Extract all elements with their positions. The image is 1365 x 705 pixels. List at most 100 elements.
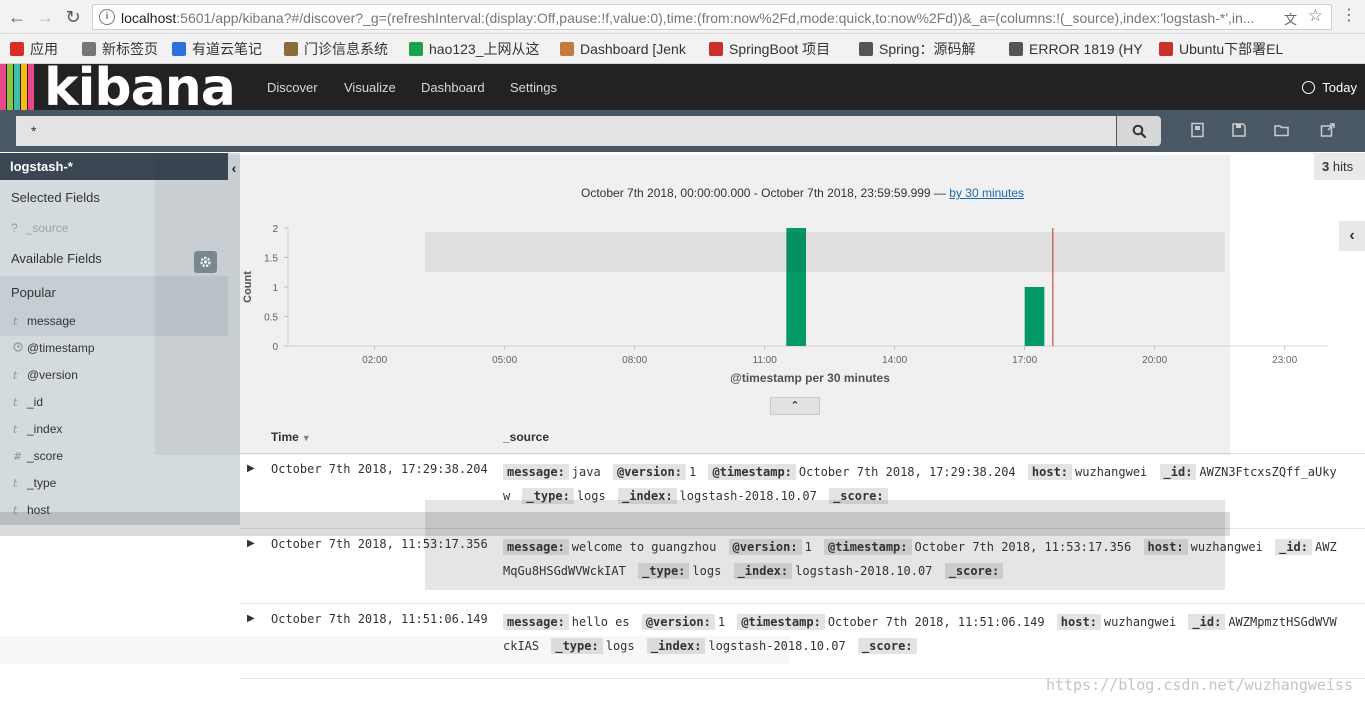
field-settings-button[interactable]	[194, 251, 217, 273]
bookmark-item[interactable]: 门诊信息系统	[284, 40, 388, 58]
column-header-source: _source	[503, 430, 550, 444]
source-key: _score:	[857, 638, 917, 654]
source-key: message:	[503, 539, 569, 555]
bookmark-item[interactable]: Spring：源码解	[859, 40, 975, 58]
field-name: _index	[27, 422, 63, 436]
source-key: host:	[1056, 614, 1101, 630]
field-item-host[interactable]: t host	[0, 498, 228, 524]
logo-text: kibana	[44, 58, 236, 118]
field-item-id[interactable]: t _id	[0, 390, 228, 416]
bookmark-item[interactable]: Ubuntu下部署EL	[1159, 40, 1283, 58]
expand-row-icon[interactable]: ▶	[247, 463, 255, 474]
clock-icon	[1302, 81, 1316, 94]
table-row[interactable]: ▶ October 7th 2018, 11:51:06.149 message: h…	[240, 604, 1365, 679]
field-item-type[interactable]: t _type	[0, 471, 228, 497]
source-key: _index:	[617, 488, 677, 504]
save-icon[interactable]	[1231, 122, 1247, 138]
sort-caret-icon[interactable]: ▼	[302, 433, 311, 443]
field-name: message	[27, 314, 76, 328]
column-header-time[interactable]: Time ▼	[271, 430, 311, 444]
open-folder-icon[interactable]	[1274, 122, 1290, 138]
source-value: hello es	[571, 615, 630, 629]
query-input[interactable]	[16, 116, 1116, 146]
bookmark-label: Dashboard [Jenk	[580, 41, 686, 57]
x-tick-label: 14:00	[882, 355, 907, 366]
chevron-left-icon[interactable]: ‹	[1339, 221, 1365, 251]
string-type-icon: t	[13, 369, 18, 382]
source-value: wuzhangwei	[1075, 465, 1148, 479]
field-name: _score	[27, 449, 64, 463]
expand-row-icon[interactable]: ▶	[247, 538, 255, 549]
page-icon	[82, 42, 96, 56]
bookmark-item[interactable]: 应用	[10, 40, 58, 58]
interval-link[interactable]: by 30 minutes	[949, 186, 1024, 200]
source-value: wuzhangwei	[1103, 615, 1177, 629]
address-bar[interactable]: i localhost:5601/app/kibana?#/discover?_…	[92, 4, 1332, 30]
translate-icon[interactable]: 文	[1284, 9, 1297, 28]
search-button[interactable]	[1117, 116, 1161, 146]
browser-toolbar: ← → ↻ i localhost:5601/app/kibana?#/disc…	[0, 0, 1365, 34]
x-tick-label: 20:00	[1142, 355, 1167, 366]
field-item-version[interactable]: t @version	[0, 363, 228, 389]
url-text[interactable]: localhost:5601/app/kibana?#/discover?_g=…	[121, 10, 1261, 26]
source-key: @version:	[641, 614, 715, 630]
table-row[interactable]: ▶ October 7th 2018, 11:53:17.356 message: w…	[240, 529, 1365, 604]
reload-icon[interactable]: ↻	[62, 6, 84, 28]
url-rest: :5601/app/kibana?#/discover?_g=(refreshI…	[176, 10, 1255, 26]
info-icon[interactable]: i	[99, 9, 115, 25]
nav-settings[interactable]: Settings	[510, 80, 557, 95]
field-name: _id	[27, 395, 44, 409]
forward-arrow-icon[interactable]: →	[34, 6, 56, 28]
nav-visualize[interactable]: Visualize	[344, 80, 396, 95]
new-search-icon[interactable]	[1190, 122, 1206, 138]
kibana-logo[interactable]: kibana	[0, 58, 240, 118]
expand-row-icon[interactable]: ▶	[247, 613, 255, 624]
source-key: _score:	[829, 488, 888, 504]
menu-dots-icon[interactable]: ⋮	[1341, 7, 1357, 25]
hits-counter: 3 hits	[1314, 153, 1365, 180]
source-value: 1	[717, 615, 726, 629]
field-item-message[interactable]: t message	[0, 309, 228, 335]
url-host: localhost	[121, 10, 177, 26]
share-icon[interactable]	[1320, 122, 1336, 138]
source-key: @version:	[612, 464, 686, 480]
note-icon	[172, 42, 186, 56]
search-icon	[1132, 124, 1147, 139]
watermark: https://blog.csdn.net/wuzhangweiss	[1045, 676, 1353, 694]
bookmark-label: 新标签页	[102, 41, 158, 57]
popular-heading: Popular	[11, 285, 56, 300]
nav-discover[interactable]: Discover	[267, 80, 318, 95]
field-item-index[interactable]: t _index	[0, 417, 228, 443]
table-row[interactable]: ▶ October 7th 2018, 17:29:38.204 message: j…	[240, 454, 1365, 529]
nav-dashboard[interactable]: Dashboard	[421, 80, 485, 95]
collapse-sidebar-icon[interactable]: ‹	[228, 156, 240, 180]
apps-grid-icon	[10, 42, 24, 56]
bookmark-item[interactable]: hao123_上网从这	[409, 40, 540, 58]
bookmark-item[interactable]: 有道云笔记	[172, 40, 262, 58]
source-value: logs	[576, 489, 606, 503]
bookmark-item[interactable]: SpringBoot 项目	[709, 40, 830, 58]
field-item-timestamp[interactable]: @timestamp	[0, 336, 228, 362]
collapse-chart-button[interactable]: ⌃	[770, 397, 820, 415]
index-pattern-title[interactable]: logstash-*	[0, 153, 228, 180]
bookmark-label: 有道云笔记	[192, 41, 262, 57]
source-key: _id:	[1188, 614, 1226, 630]
x-tick-label: 08:00	[622, 355, 647, 366]
bookmark-item[interactable]: Dashboard [Jenk	[560, 40, 686, 58]
bookmark-item[interactable]: 新标签页	[82, 40, 158, 58]
string-type-icon: t	[13, 477, 18, 490]
unknown-type-icon: ?	[11, 221, 18, 235]
hits-label: hits	[1332, 159, 1354, 174]
bookmark-star-icon[interactable]: ☆	[1308, 6, 1323, 26]
selected-field-source[interactable]: ? _source	[11, 221, 68, 235]
time-picker[interactable]: Today	[1302, 80, 1357, 95]
field-item-score[interactable]: # _score	[0, 444, 228, 470]
gear-icon	[200, 256, 211, 268]
source-key: host:	[1143, 539, 1188, 555]
y-tick-label: 1	[272, 283, 278, 294]
bookmark-label: SpringBoot 项目	[729, 41, 831, 57]
source-key: _score:	[944, 563, 1004, 579]
bookmark-item[interactable]: ERROR 1819 (HY	[1009, 40, 1143, 58]
back-arrow-icon[interactable]: ←	[6, 6, 28, 28]
y-tick-label: 0	[272, 342, 278, 353]
